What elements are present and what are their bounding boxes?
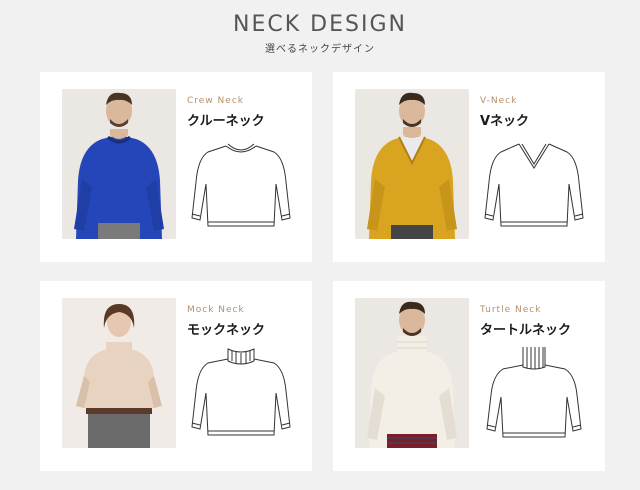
neck-name-jp: Vネック bbox=[480, 114, 530, 129]
neck-card-v[interactable]: V-Neck Vネック bbox=[333, 72, 605, 262]
page-subtitle: 選べるネックデザイン bbox=[265, 44, 375, 55]
neck-name-en: Mock Neck bbox=[187, 305, 245, 315]
page-header: NECK DESIGN 選べるネックデザイン bbox=[0, 12, 640, 55]
crew-neck-sketch-icon bbox=[186, 138, 296, 234]
neck-name-jp: モックネック bbox=[187, 323, 266, 338]
neck-name-en: Crew Neck bbox=[187, 96, 244, 106]
neck-name-jp: タートルネック bbox=[480, 323, 572, 338]
neck-name-jp: クルーネック bbox=[187, 114, 265, 129]
model-photo-v-neck bbox=[355, 89, 469, 239]
v-neck-sketch-icon bbox=[479, 138, 589, 234]
neck-card-turtle[interactable]: Turtle Neck タートルネック bbox=[333, 281, 605, 471]
neck-name-en: Turtle Neck bbox=[480, 305, 542, 315]
neck-card-mock[interactable]: Mock Neck モックネック bbox=[40, 281, 312, 471]
model-photo-turtle-neck bbox=[355, 298, 469, 448]
page-title: NECK DESIGN bbox=[233, 12, 407, 37]
mock-neck-sketch-icon bbox=[186, 347, 296, 443]
neck-name-en: V-Neck bbox=[480, 96, 518, 106]
turtle-neck-sketch-icon bbox=[479, 347, 589, 443]
neck-card-crew[interactable]: Crew Neck クルーネック bbox=[40, 72, 312, 262]
model-photo-mock-neck bbox=[62, 298, 176, 448]
model-photo-crew-neck bbox=[62, 89, 176, 239]
